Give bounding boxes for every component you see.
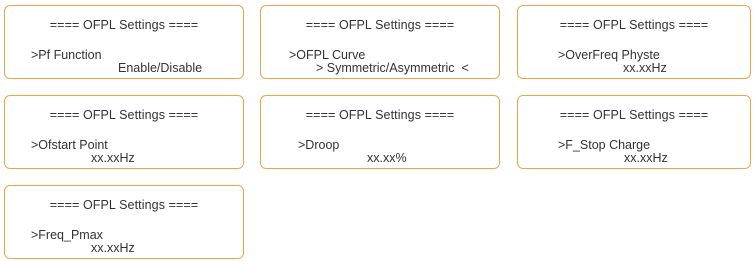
lcd-screen-freq-pmax: ==== OFPL Settings ==== >Freq_Pmax xx.xx… bbox=[4, 185, 244, 259]
screen-title: ==== OFPL Settings ==== bbox=[559, 18, 709, 32]
screen-title: ==== OFPL Settings ==== bbox=[49, 18, 199, 32]
setting-value: xx.xxHz bbox=[91, 241, 135, 255]
lcd-screen-droop: ==== OFPL Settings ==== >Droop xx.xx% bbox=[260, 95, 500, 169]
lcd-screen-ofpl-curve: ==== OFPL Settings ==== >OFPL Curve > Sy… bbox=[260, 5, 500, 79]
lcd-screen-f-stop-charge: ==== OFPL Settings ==== >F_Stop Charge x… bbox=[517, 95, 751, 169]
screen-title: ==== OFPL Settings ==== bbox=[305, 18, 455, 32]
menu-item-f-stop-charge[interactable]: >F_Stop Charge bbox=[558, 138, 650, 152]
setting-value: > Symmetric/Asymmetric < bbox=[316, 61, 469, 75]
menu-item-ofstart-point[interactable]: >Ofstart Point bbox=[31, 138, 108, 152]
lcd-screen-overfreq-physte: ==== OFPL Settings ==== >OverFreq Physte… bbox=[517, 5, 751, 79]
menu-item-overfreq-physte[interactable]: >OverFreq Physte bbox=[558, 48, 660, 62]
setting-value: xx.xx% bbox=[367, 151, 407, 165]
menu-item-pf-function[interactable]: >Pf Function bbox=[31, 48, 102, 62]
screen-title: ==== OFPL Settings ==== bbox=[305, 108, 455, 122]
screen-title: ==== OFPL Settings ==== bbox=[559, 108, 709, 122]
setting-value: xx.xxHz bbox=[91, 151, 135, 165]
menu-item-freq-pmax[interactable]: >Freq_Pmax bbox=[31, 228, 103, 242]
lcd-screen-pf-function: ==== OFPL Settings ==== >Pf Function Ena… bbox=[4, 5, 244, 79]
menu-item-ofpl-curve[interactable]: >OFPL Curve bbox=[289, 48, 365, 62]
setting-value: Enable/Disable bbox=[118, 61, 203, 75]
screen-title: ==== OFPL Settings ==== bbox=[49, 108, 199, 122]
screen-title: ==== OFPL Settings ==== bbox=[49, 198, 199, 212]
setting-value: xx.xxHz bbox=[624, 151, 668, 165]
setting-value: xx.xxHz bbox=[623, 61, 667, 75]
menu-item-droop[interactable]: >Droop bbox=[298, 138, 339, 152]
lcd-screen-ofstart-point: ==== OFPL Settings ==== >Ofstart Point x… bbox=[4, 95, 244, 169]
